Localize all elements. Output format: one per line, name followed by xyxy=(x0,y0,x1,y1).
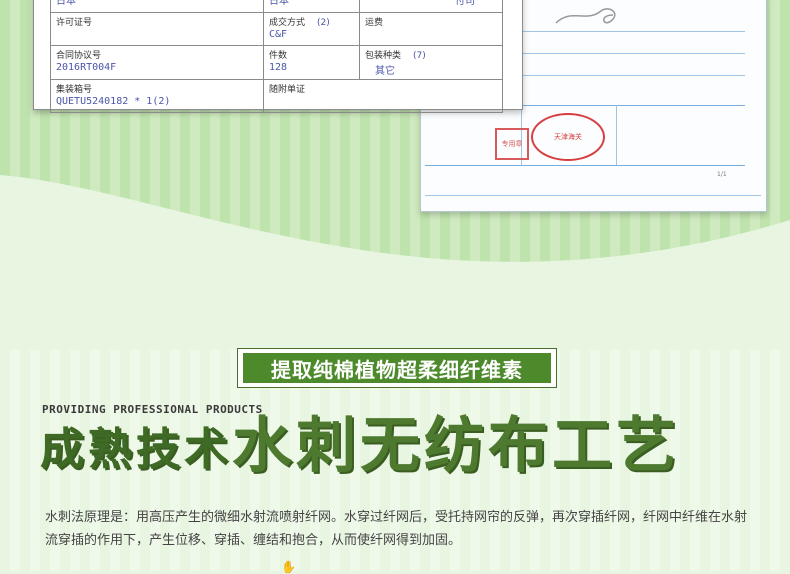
container-label: 集装箱号 xyxy=(56,85,93,95)
subtitle-box: 提取纯棉植物超柔细纤维素 xyxy=(237,348,557,388)
main-title-part2: 水刺无纺布工艺 xyxy=(232,411,680,481)
scribble-icon xyxy=(555,8,616,24)
deal-value: C&F xyxy=(269,29,288,40)
deal-label: 成交方式 (2) xyxy=(269,18,330,28)
country-right: 日本 xyxy=(269,0,289,7)
main-title-part1: 成熟技术 xyxy=(40,424,232,475)
container-value: QUETU5240182 * 1(2) xyxy=(56,96,171,107)
subtitle-text: 提取纯棉植物超柔细纤维素 xyxy=(243,353,551,383)
freight-label: 运费 xyxy=(365,18,384,28)
customs-form-image: 日本 日本 付司 许可证号 成交方式 (2) C&F 运费 合同协议号 2016R… xyxy=(33,0,523,113)
docs-label: 随附单证 xyxy=(269,85,306,95)
page-number: 1/1 xyxy=(717,171,727,178)
pack-value: 其它 xyxy=(375,66,395,77)
customs-stamp: 天津海关 xyxy=(531,113,605,161)
pieces-label: 件数 xyxy=(269,51,288,61)
square-stamp: 专用章 xyxy=(495,128,529,160)
main-title: 成熟技术水刺无纺布工艺 xyxy=(40,410,680,486)
top-extra: 付司 xyxy=(455,0,475,7)
declaration-table: 日本 日本 付司 许可证号 成交方式 (2) C&F 运费 合同协议号 2016R… xyxy=(50,0,503,113)
process-description: 水刺法原理是：用高压产生的微细水射流喷射纤网。水穿过纤网后，受托持网帘的反弹，再… xyxy=(45,510,748,548)
contract-value: 2016RT004F xyxy=(56,62,117,73)
hand-icon: ✋ xyxy=(281,560,296,574)
country-left: 日本 xyxy=(56,0,76,7)
pieces-value: 128 xyxy=(269,62,288,73)
contract-label: 合同协议号 xyxy=(56,51,102,61)
pack-label: 包装种类 (7) xyxy=(365,51,426,61)
license-label: 许可证号 xyxy=(56,18,93,28)
